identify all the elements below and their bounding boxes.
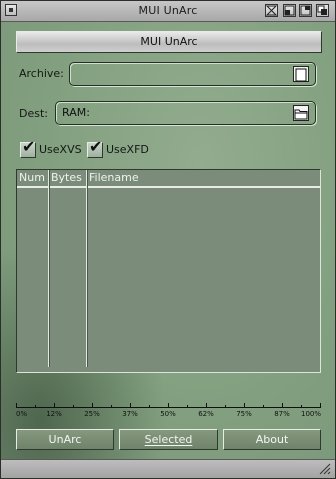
selected-button[interactable]: Selected: [119, 429, 218, 450]
checkmark-icon: ✔: [22, 137, 36, 156]
title-bar[interactable]: MUI UnArc: [1, 1, 335, 22]
gauge-tick: [282, 403, 283, 408]
gauge-tick: [73, 405, 74, 408]
gauge-scale-label: 12%: [46, 410, 62, 418]
gauge-tick: [111, 405, 112, 408]
gauge-tick: [301, 405, 302, 408]
drawer-requester-button[interactable]: [293, 105, 309, 121]
gauge-tick: [244, 403, 245, 408]
title-banner-button[interactable]: MUI UnArc: [16, 31, 322, 53]
app-window: MUI UnArc MUI UnArc Archive: Dest: RAM: …: [0, 0, 336, 479]
gauge-tick: [187, 405, 188, 408]
gauge-tick: [92, 403, 93, 408]
file-list[interactable]: Num Bytes Filename: [16, 169, 321, 373]
iconify-icon[interactable]: [265, 4, 278, 17]
column-bytes[interactable]: Bytes: [51, 171, 82, 184]
gauge-tick: [225, 405, 226, 408]
gauge-scale-label: 100%: [300, 410, 321, 418]
status-bar: [1, 459, 335, 478]
selected-button-label: Selected: [144, 433, 193, 446]
column-separator: [86, 170, 87, 367]
gauge-tick: [16, 403, 17, 408]
gauge-tick: [149, 405, 150, 408]
dest-label: Dest:: [19, 107, 48, 120]
column-separator: [48, 170, 49, 367]
depth-icon[interactable]: [316, 4, 329, 17]
popup-icon[interactable]: [299, 4, 312, 17]
drawer-icon: [294, 109, 308, 120]
gauge-tick: [130, 403, 131, 408]
gauge-tick: [320, 403, 321, 408]
usexvs-checkbox[interactable]: ✔: [20, 137, 36, 158]
gauge-scale-label: 75%: [236, 410, 252, 418]
column-num[interactable]: Num: [19, 171, 45, 184]
gauge-scale-label: 87%: [274, 410, 290, 418]
gauge-tick: [206, 403, 207, 408]
gauge-scale-label: 0%: [16, 410, 28, 418]
column-filename[interactable]: Filename: [89, 171, 139, 184]
file-icon: [295, 68, 307, 82]
gauge-tick: [54, 403, 55, 408]
gauge-scale-label: 25%: [84, 410, 100, 418]
usexfd-checkbox[interactable]: ✔: [87, 137, 103, 158]
usexfd-label: UseXFD: [106, 143, 149, 156]
list-header: Num Bytes Filename: [17, 170, 320, 188]
checkmark-icon: ✔: [89, 137, 103, 156]
about-button[interactable]: About: [223, 429, 321, 450]
zoom-icon[interactable]: [283, 4, 296, 17]
gauge-tick: [263, 405, 264, 408]
archive-label: Archive:: [19, 67, 64, 80]
gauge-scale-label: 50%: [160, 410, 176, 418]
resize-grip-icon[interactable]: [319, 463, 331, 475]
dest-field[interactable]: RAM:: [55, 101, 316, 125]
file-requester-button[interactable]: [293, 66, 309, 82]
gauge-scale-label: 62%: [198, 410, 214, 418]
gauge-tick: [168, 403, 169, 408]
gauge-tick: [35, 405, 36, 408]
usexvs-label: UseXVS: [39, 143, 82, 156]
archive-field[interactable]: [69, 62, 316, 86]
progress-gauge: 0% 12% 25% 37% 50% 62% 75% 87% 100%: [16, 401, 321, 419]
gauge-scale-label: 37%: [122, 410, 138, 418]
unarc-button[interactable]: UnArc: [16, 429, 114, 450]
